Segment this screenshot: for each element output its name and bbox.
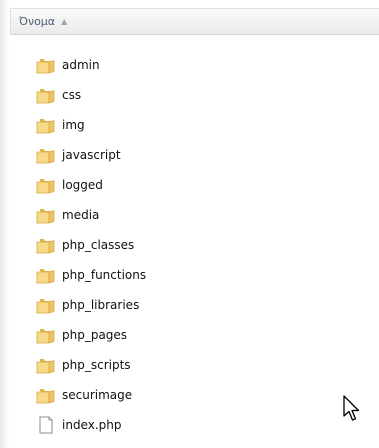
item-name-label: php_functions: [62, 268, 147, 282]
folder-list-item[interactable]: logged: [36, 170, 366, 200]
file-list: admin css img javascript logged media php_clas…: [36, 50, 366, 440]
item-name-label: index.php: [62, 418, 122, 432]
folder-icon: [36, 236, 56, 254]
folder-list-item[interactable]: media: [36, 200, 366, 230]
item-name-label: admin: [62, 58, 100, 72]
folder-icon: [36, 116, 56, 134]
item-name-label: javascript: [62, 148, 121, 162]
folder-list-item[interactable]: img: [36, 110, 366, 140]
folder-icon: [36, 386, 56, 404]
name-column-label: Όνομα: [19, 15, 56, 28]
item-name-label: php_pages: [62, 328, 128, 342]
folder-icon: [36, 296, 56, 314]
item-name-label: php_libraries: [62, 298, 140, 312]
folder-list-item[interactable]: php_scripts: [36, 350, 366, 380]
folder-list-item[interactable]: php_pages: [36, 320, 366, 350]
folder-list-item[interactable]: css: [36, 80, 366, 110]
folder-list-item[interactable]: php_libraries: [36, 290, 366, 320]
folder-icon: [36, 266, 56, 284]
item-name-label: php_scripts: [62, 358, 131, 372]
sort-ascending-icon: ▲: [61, 17, 68, 26]
folder-icon: [36, 56, 56, 74]
folder-icon: [36, 146, 56, 164]
pane-left-edge: [0, 0, 10, 448]
column-header-bar: Όνομα ▲: [10, 8, 379, 35]
folder-list-item[interactable]: javascript: [36, 140, 366, 170]
item-name-label: logged: [62, 178, 103, 192]
folder-icon: [36, 86, 56, 104]
folder-icon: [36, 326, 56, 344]
file-list-pane: Όνομα ▲ admin css img javascript logged media p…: [0, 0, 379, 448]
mouse-pointer-icon: [343, 395, 360, 421]
folder-list-item[interactable]: admin: [36, 50, 366, 80]
folder-list-item[interactable]: php_classes: [36, 230, 366, 260]
document-icon: [36, 416, 56, 434]
folder-list-item[interactable]: securimage: [36, 380, 366, 410]
folder-icon: [36, 356, 56, 374]
item-name-label: img: [62, 118, 85, 132]
item-name-label: css: [62, 88, 82, 102]
folder-list-item[interactable]: php_functions: [36, 260, 366, 290]
item-name-label: media: [62, 208, 100, 222]
folder-icon: [36, 206, 56, 224]
item-name-label: php_classes: [62, 238, 135, 252]
folder-icon: [36, 176, 56, 194]
item-name-label: securimage: [62, 388, 133, 402]
file-list-item[interactable]: index.php: [36, 410, 366, 440]
name-column-header[interactable]: Όνομα ▲: [19, 9, 67, 35]
